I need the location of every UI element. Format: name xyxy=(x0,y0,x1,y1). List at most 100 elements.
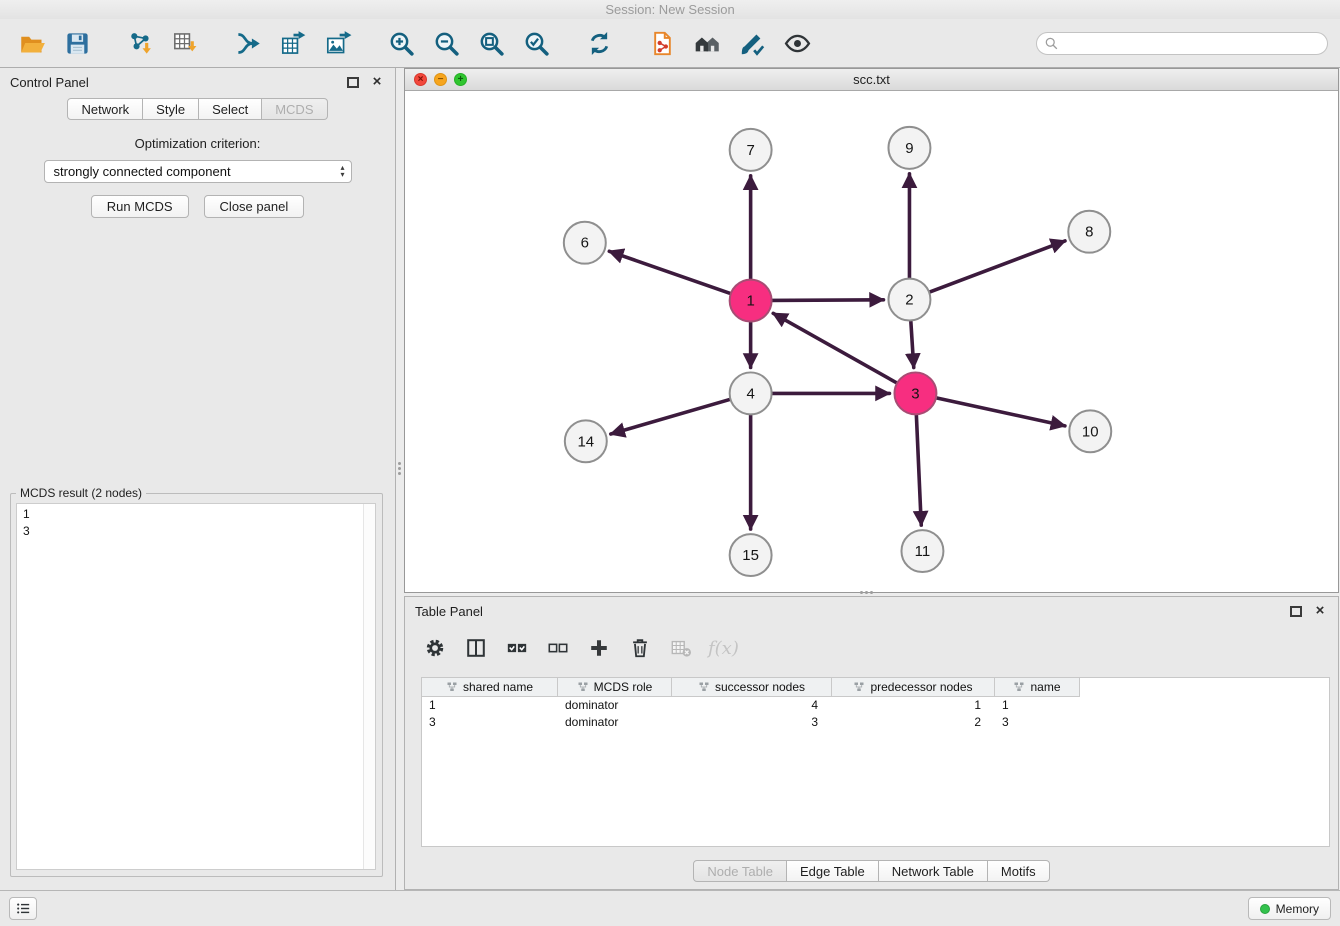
run-mcds-button[interactable]: Run MCDS xyxy=(91,195,189,218)
column-header-shared-name[interactable]: shared name xyxy=(422,678,558,697)
unselect-all-columns-button[interactable] xyxy=(544,634,572,662)
window-title: Session: New Session xyxy=(605,2,734,17)
node-8[interactable]: 8 xyxy=(1068,211,1110,253)
node-4[interactable]: 4 xyxy=(730,372,772,414)
import-network-button[interactable] xyxy=(120,24,160,62)
edge-1-2[interactable] xyxy=(770,300,884,301)
network-overview-icon xyxy=(694,30,721,57)
network-graph[interactable]: 7 9 6 8 1 2 4 3 14 10 15 11 xyxy=(405,92,1338,592)
column-header-predecessor-nodes[interactable]: predecessor nodes xyxy=(832,678,995,697)
edge-1-6[interactable] xyxy=(609,251,732,294)
mcds-result-list[interactable]: 13 xyxy=(16,503,376,870)
new-network-from-selection-button[interactable] xyxy=(228,24,268,62)
node-1[interactable]: 1 xyxy=(730,280,772,322)
node-10[interactable]: 10 xyxy=(1069,410,1111,452)
float-panel-button[interactable] xyxy=(347,77,359,88)
tab-motifs[interactable]: Motifs xyxy=(988,860,1050,882)
table-cell[interactable]: 1 xyxy=(995,697,1080,714)
tab-select[interactable]: Select xyxy=(199,98,262,120)
edge-2-3[interactable] xyxy=(911,319,914,368)
create-column-button[interactable] xyxy=(585,634,613,662)
tab-style[interactable]: Style xyxy=(143,98,199,120)
table-cell[interactable]: 1 xyxy=(832,697,995,714)
apply-style-button[interactable] xyxy=(732,24,772,62)
column-settings-button[interactable] xyxy=(421,634,449,662)
table-cell[interactable]: 3 xyxy=(422,714,558,731)
column-label: name xyxy=(1030,680,1060,694)
network-view-window: × − + scc.txt 7 9 6 8 1 2 4 3 14 10 15 11 xyxy=(404,68,1339,593)
close-panel-button[interactable]: Close panel xyxy=(204,195,305,218)
horizontal-splitter-handle[interactable] xyxy=(860,591,873,594)
open-session-button[interactable] xyxy=(12,24,52,62)
memory-button[interactable]: Memory xyxy=(1248,897,1331,920)
float-table-panel-button[interactable] xyxy=(1290,606,1302,617)
tab-node-table[interactable]: Node Table xyxy=(693,860,787,882)
minimize-window-icon[interactable]: − xyxy=(434,73,447,86)
edge-3-1[interactable] xyxy=(773,313,899,384)
tab-network[interactable]: Network xyxy=(67,98,143,120)
edge-3-11[interactable] xyxy=(916,412,921,525)
export-table-button[interactable] xyxy=(273,24,313,62)
toggle-column-display-button[interactable] xyxy=(462,634,490,662)
zoom-fit-button[interactable] xyxy=(471,24,511,62)
column-header-mcds-role[interactable]: MCDS role xyxy=(558,678,672,697)
tab-edge-table[interactable]: Edge Table xyxy=(787,860,879,882)
node-2[interactable]: 2 xyxy=(888,279,930,321)
close-window-icon[interactable]: × xyxy=(414,73,427,86)
edge-3-10[interactable] xyxy=(934,397,1065,425)
task-history-button[interactable] xyxy=(9,897,37,920)
table-cell[interactable]: dominator xyxy=(558,697,672,714)
column-header-name[interactable]: name xyxy=(995,678,1080,697)
close-control-panel-icon[interactable]: × xyxy=(369,74,385,90)
table-row[interactable]: 3dominator323 xyxy=(422,714,1329,731)
maximize-window-icon[interactable]: + xyxy=(454,73,467,86)
save-session-button[interactable] xyxy=(57,24,97,62)
search-input[interactable] xyxy=(1036,32,1328,55)
import-table-button[interactable] xyxy=(165,24,205,62)
export-image-icon xyxy=(325,30,352,57)
node-15[interactable]: 15 xyxy=(730,534,772,576)
node-7[interactable]: 7 xyxy=(730,129,772,171)
node-14[interactable]: 14 xyxy=(565,420,607,462)
node-9[interactable]: 9 xyxy=(888,127,930,169)
table-cell[interactable]: 3 xyxy=(672,714,832,731)
node-label: 1 xyxy=(746,293,754,310)
criterion-dropdown[interactable]: strongly connected component ▴▾ xyxy=(44,160,352,183)
select-all-columns-button[interactable] xyxy=(503,634,531,662)
export-image-button[interactable] xyxy=(318,24,358,62)
mcds-result-box: MCDS result (2 nodes) 13 xyxy=(10,493,383,877)
network-overview-button[interactable] xyxy=(687,24,727,62)
zoom-out-button[interactable] xyxy=(426,24,466,62)
export-network-file-button[interactable] xyxy=(642,24,682,62)
node-3[interactable]: 3 xyxy=(894,372,936,414)
table-cell[interactable]: dominator xyxy=(558,714,672,731)
network-window-title: scc.txt xyxy=(853,72,890,87)
control-panel-tabs: NetworkStyleSelectMCDS xyxy=(0,98,395,120)
table-cell[interactable]: 4 xyxy=(672,697,832,714)
table-cell[interactable]: 3 xyxy=(995,714,1080,731)
refresh-layout-button[interactable] xyxy=(579,24,619,62)
table-cell[interactable]: 1 xyxy=(422,697,558,714)
window-titlebar: Session: New Session xyxy=(0,0,1340,19)
close-table-panel-icon[interactable]: × xyxy=(1312,603,1328,619)
delete-columns-button[interactable] xyxy=(626,634,654,662)
edge-2-8[interactable] xyxy=(927,241,1065,293)
column-header-successor-nodes[interactable]: successor nodes xyxy=(672,678,832,697)
show-hide-panels-button[interactable] xyxy=(777,24,817,62)
edge-4-14[interactable] xyxy=(611,399,733,434)
node-6[interactable]: 6 xyxy=(564,222,606,264)
table-cell[interactable]: 2 xyxy=(832,714,995,731)
zoom-selected-button[interactable] xyxy=(516,24,556,62)
node-11[interactable]: 11 xyxy=(901,530,943,572)
vertical-splitter-handle[interactable] xyxy=(398,462,401,475)
zoom-in-button[interactable] xyxy=(381,24,421,62)
control-panel: Control Panel × NetworkStyleSelectMCDS O… xyxy=(0,68,396,890)
tab-network-table[interactable]: Network Table xyxy=(879,860,988,882)
sort-icon xyxy=(1013,681,1025,693)
tab-mcds[interactable]: MCDS xyxy=(262,98,327,120)
network-canvas[interactable]: 7 9 6 8 1 2 4 3 14 10 15 11 xyxy=(405,92,1338,592)
memory-status-icon xyxy=(1260,904,1270,914)
result-scrollbar[interactable] xyxy=(363,504,375,869)
node-label: 10 xyxy=(1082,423,1099,440)
table-row[interactable]: 1dominator411 xyxy=(422,697,1329,714)
